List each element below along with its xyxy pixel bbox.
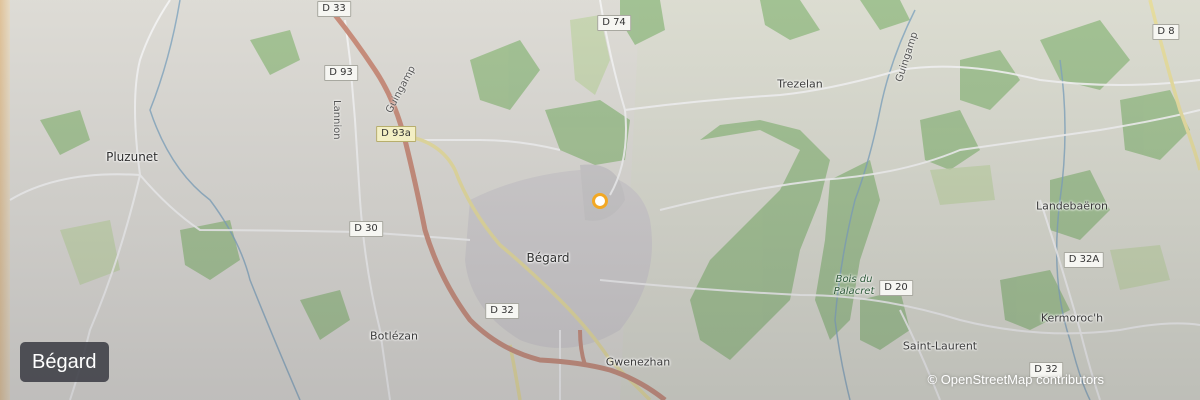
road-shield-d74: D 74 <box>597 15 631 31</box>
place-kermoroch: Kermoroc'h <box>1040 311 1104 325</box>
road-shield-d32a: D 32A <box>1063 252 1105 268</box>
place-bois-du-palacret: Bois du Palacret <box>833 274 875 297</box>
road-label-lannion: Lannion <box>331 100 342 140</box>
place-begard: Bégard <box>526 251 570 265</box>
map-title-badge: Bégard <box>20 342 109 382</box>
road-shield-d33: D 33 <box>317 1 351 17</box>
road-shield-d32-west: D 32 <box>485 303 519 319</box>
map-view[interactable]: D 33 D 74 D 8 D 93 D 93a D 30 D 32 D 20 … <box>0 0 1200 400</box>
place-trezelan: Trezelan <box>777 77 823 91</box>
location-marker[interactable] <box>592 193 608 209</box>
attribution-link[interactable]: © OpenStreetMap contributors <box>928 372 1105 387</box>
road-shield-d93: D 93 <box>324 65 358 81</box>
place-saint-laurent: Saint-Laurent <box>902 339 978 353</box>
road-shield-d93a: D 93a <box>376 126 416 142</box>
road-shield-d8: D 8 <box>1152 24 1180 40</box>
place-landebaeron: Landebaëron <box>1035 199 1109 213</box>
place-botlezan: Botlézan <box>370 329 418 343</box>
place-gwenezhan: Gwenezhan <box>605 355 671 369</box>
place-pluzunet: Pluzunet <box>106 150 158 164</box>
map-attribution: © OpenStreetMap contributors <box>928 372 1105 387</box>
road-shield-d30: D 30 <box>349 221 383 237</box>
road-shield-d20: D 20 <box>879 280 913 296</box>
